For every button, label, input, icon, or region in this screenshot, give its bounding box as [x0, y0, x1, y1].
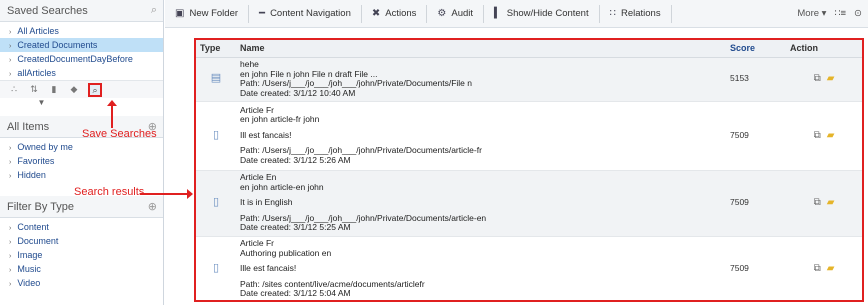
score-value: 7509	[726, 101, 786, 171]
action-cell: ⧉ ▰	[786, 170, 862, 237]
all-items-list: › Owned by me › Favorites › Hidden	[0, 138, 163, 182]
collapse-arrow-icon[interactable]: ▼	[0, 98, 163, 108]
add-circle-icon[interactable]: ⊕	[148, 200, 157, 213]
audit-button[interactable]: ⚙ Audit	[427, 4, 485, 23]
document-icon: ▯	[196, 170, 236, 237]
filter-type-item[interactable]: › Document	[0, 234, 163, 248]
result-name-cell[interactable]: hehe en john File n john File n draft Fi…	[236, 57, 726, 102]
filter-type-item[interactable]: › Content	[0, 220, 163, 234]
action-column-header: Action	[786, 40, 862, 58]
settings-icon[interactable]: ⊙	[854, 8, 862, 19]
all-items-title: All Items	[7, 120, 50, 133]
navigation-icon: ━	[259, 8, 266, 19]
relations-icon: ∷	[609, 8, 616, 19]
tree-icon[interactable]: ∴	[4, 84, 24, 95]
document-icon: ▍	[494, 8, 502, 19]
table-row[interactable]: ▯ Article Fr Authoring publication en Il…	[196, 236, 862, 300]
saved-searches-list: › All Articles › Created Documents › Create…	[0, 22, 163, 80]
saved-search-item[interactable]: › allArticles	[0, 66, 163, 80]
trash-icon[interactable]: ▮	[44, 84, 64, 95]
result-name-cell[interactable]: Article Fr en john article-fr john Ill e…	[236, 101, 726, 171]
filter-by-type-list: › Content › Document › Image › Music › Video	[0, 218, 163, 290]
filter-by-type-header: Filter By Type ⊕	[0, 196, 163, 218]
new-folder-button[interactable]: ▣ New Folder	[165, 4, 250, 23]
table-row[interactable]: ▯ Article En en john article-en john It …	[196, 170, 862, 237]
filter-type-item[interactable]: › Video	[0, 276, 163, 290]
score-value: 7509	[726, 170, 786, 237]
save-searches-annotation: Save Searches	[82, 128, 157, 140]
sidebar: Saved Searches ⌕ › All Articles › Created …	[0, 0, 164, 305]
tag-icon[interactable]: ◆	[64, 84, 84, 95]
saved-searches-header: Saved Searches ⌕	[0, 0, 163, 22]
action-cell: ⧉ ▰	[786, 236, 862, 300]
action-cell: ⧉ ▰	[786, 57, 862, 102]
score-value: 5153	[726, 57, 786, 102]
result-name-cell[interactable]: Article Fr Authoring publication en Ille…	[236, 236, 726, 300]
all-items-item[interactable]: › Favorites	[0, 154, 163, 168]
preview-icon[interactable]: ⧉	[814, 263, 821, 274]
saved-search-toolbar: ∴ ⇅ ▮ ◆ ⌕	[0, 80, 163, 98]
folder-icon[interactable]: ▰	[827, 197, 835, 208]
document-icon: ▯	[196, 236, 236, 300]
folder-icon[interactable]: ▰	[827, 130, 835, 141]
actions-button[interactable]: ✖ Actions	[362, 4, 428, 23]
table-row[interactable]: ▯ Article Fr en john article-fr john Ill…	[196, 101, 862, 171]
table-header-row: Type Name Score Action	[196, 40, 862, 58]
content-navigation-button[interactable]: ━ Content Navigation	[249, 4, 362, 23]
all-items-item[interactable]: › Hidden	[0, 168, 163, 182]
search-icon[interactable]: ⌕	[151, 4, 157, 17]
folder-icon[interactable]: ▰	[827, 263, 835, 274]
image-file-icon: ▤	[196, 57, 236, 102]
folder-plus-icon: ▣	[175, 8, 185, 19]
type-column-header[interactable]: Type	[196, 40, 236, 58]
all-items-item[interactable]: › Owned by me	[0, 140, 163, 154]
table-row[interactable]: ▤ hehe en john File n john File n draft …	[196, 57, 862, 102]
document-icon: ▯	[196, 101, 236, 171]
score-column-header[interactable]: Score	[726, 40, 786, 58]
search-results-annotation: Search results	[74, 186, 145, 198]
saved-search-item[interactable]: › CreatedDocumentDayBefore	[0, 52, 163, 66]
toolbar: ▣ New Folder ━ Content Navigation ✖ Actions…	[165, 0, 868, 28]
saved-searches-title: Saved Searches	[7, 4, 88, 17]
name-column-header[interactable]: Name	[236, 40, 726, 58]
result-name-cell[interactable]: Article En en john article-en john It is…	[236, 170, 726, 237]
action-cell: ⧉ ▰	[786, 101, 862, 171]
show-hide-content-button[interactable]: ▍ Show/Hide Content	[484, 4, 600, 23]
preview-icon[interactable]: ⧉	[814, 73, 821, 84]
view-mode-icon[interactable]: ∷≡	[834, 8, 846, 19]
filter-by-type-title: Filter By Type	[7, 200, 75, 213]
tools-icon: ✖	[371, 8, 381, 19]
save-search-icon[interactable]: ⌕	[88, 82, 102, 97]
sort-icon[interactable]: ⇅	[24, 84, 44, 95]
gear-icon: ⚙	[437, 8, 447, 19]
folder-icon[interactable]: ▰	[827, 73, 835, 84]
filter-type-item[interactable]: › Music	[0, 262, 163, 276]
score-value: 7509	[726, 236, 786, 300]
annotation-arrow	[140, 189, 193, 199]
more-menu[interactable]: More ▾	[797, 8, 826, 19]
preview-icon[interactable]: ⧉	[814, 197, 821, 208]
saved-search-item[interactable]: › All Articles	[0, 24, 163, 38]
filter-type-item[interactable]: › Image	[0, 248, 163, 262]
saved-search-item[interactable]: › Created Documents	[0, 38, 163, 52]
annotation-arrow	[107, 100, 117, 128]
search-results-table: Type Name Score Action ▤ hehe en john Fi…	[194, 38, 864, 302]
preview-icon[interactable]: ⧉	[814, 130, 821, 141]
relations-button[interactable]: ∷ Relations	[600, 4, 672, 23]
